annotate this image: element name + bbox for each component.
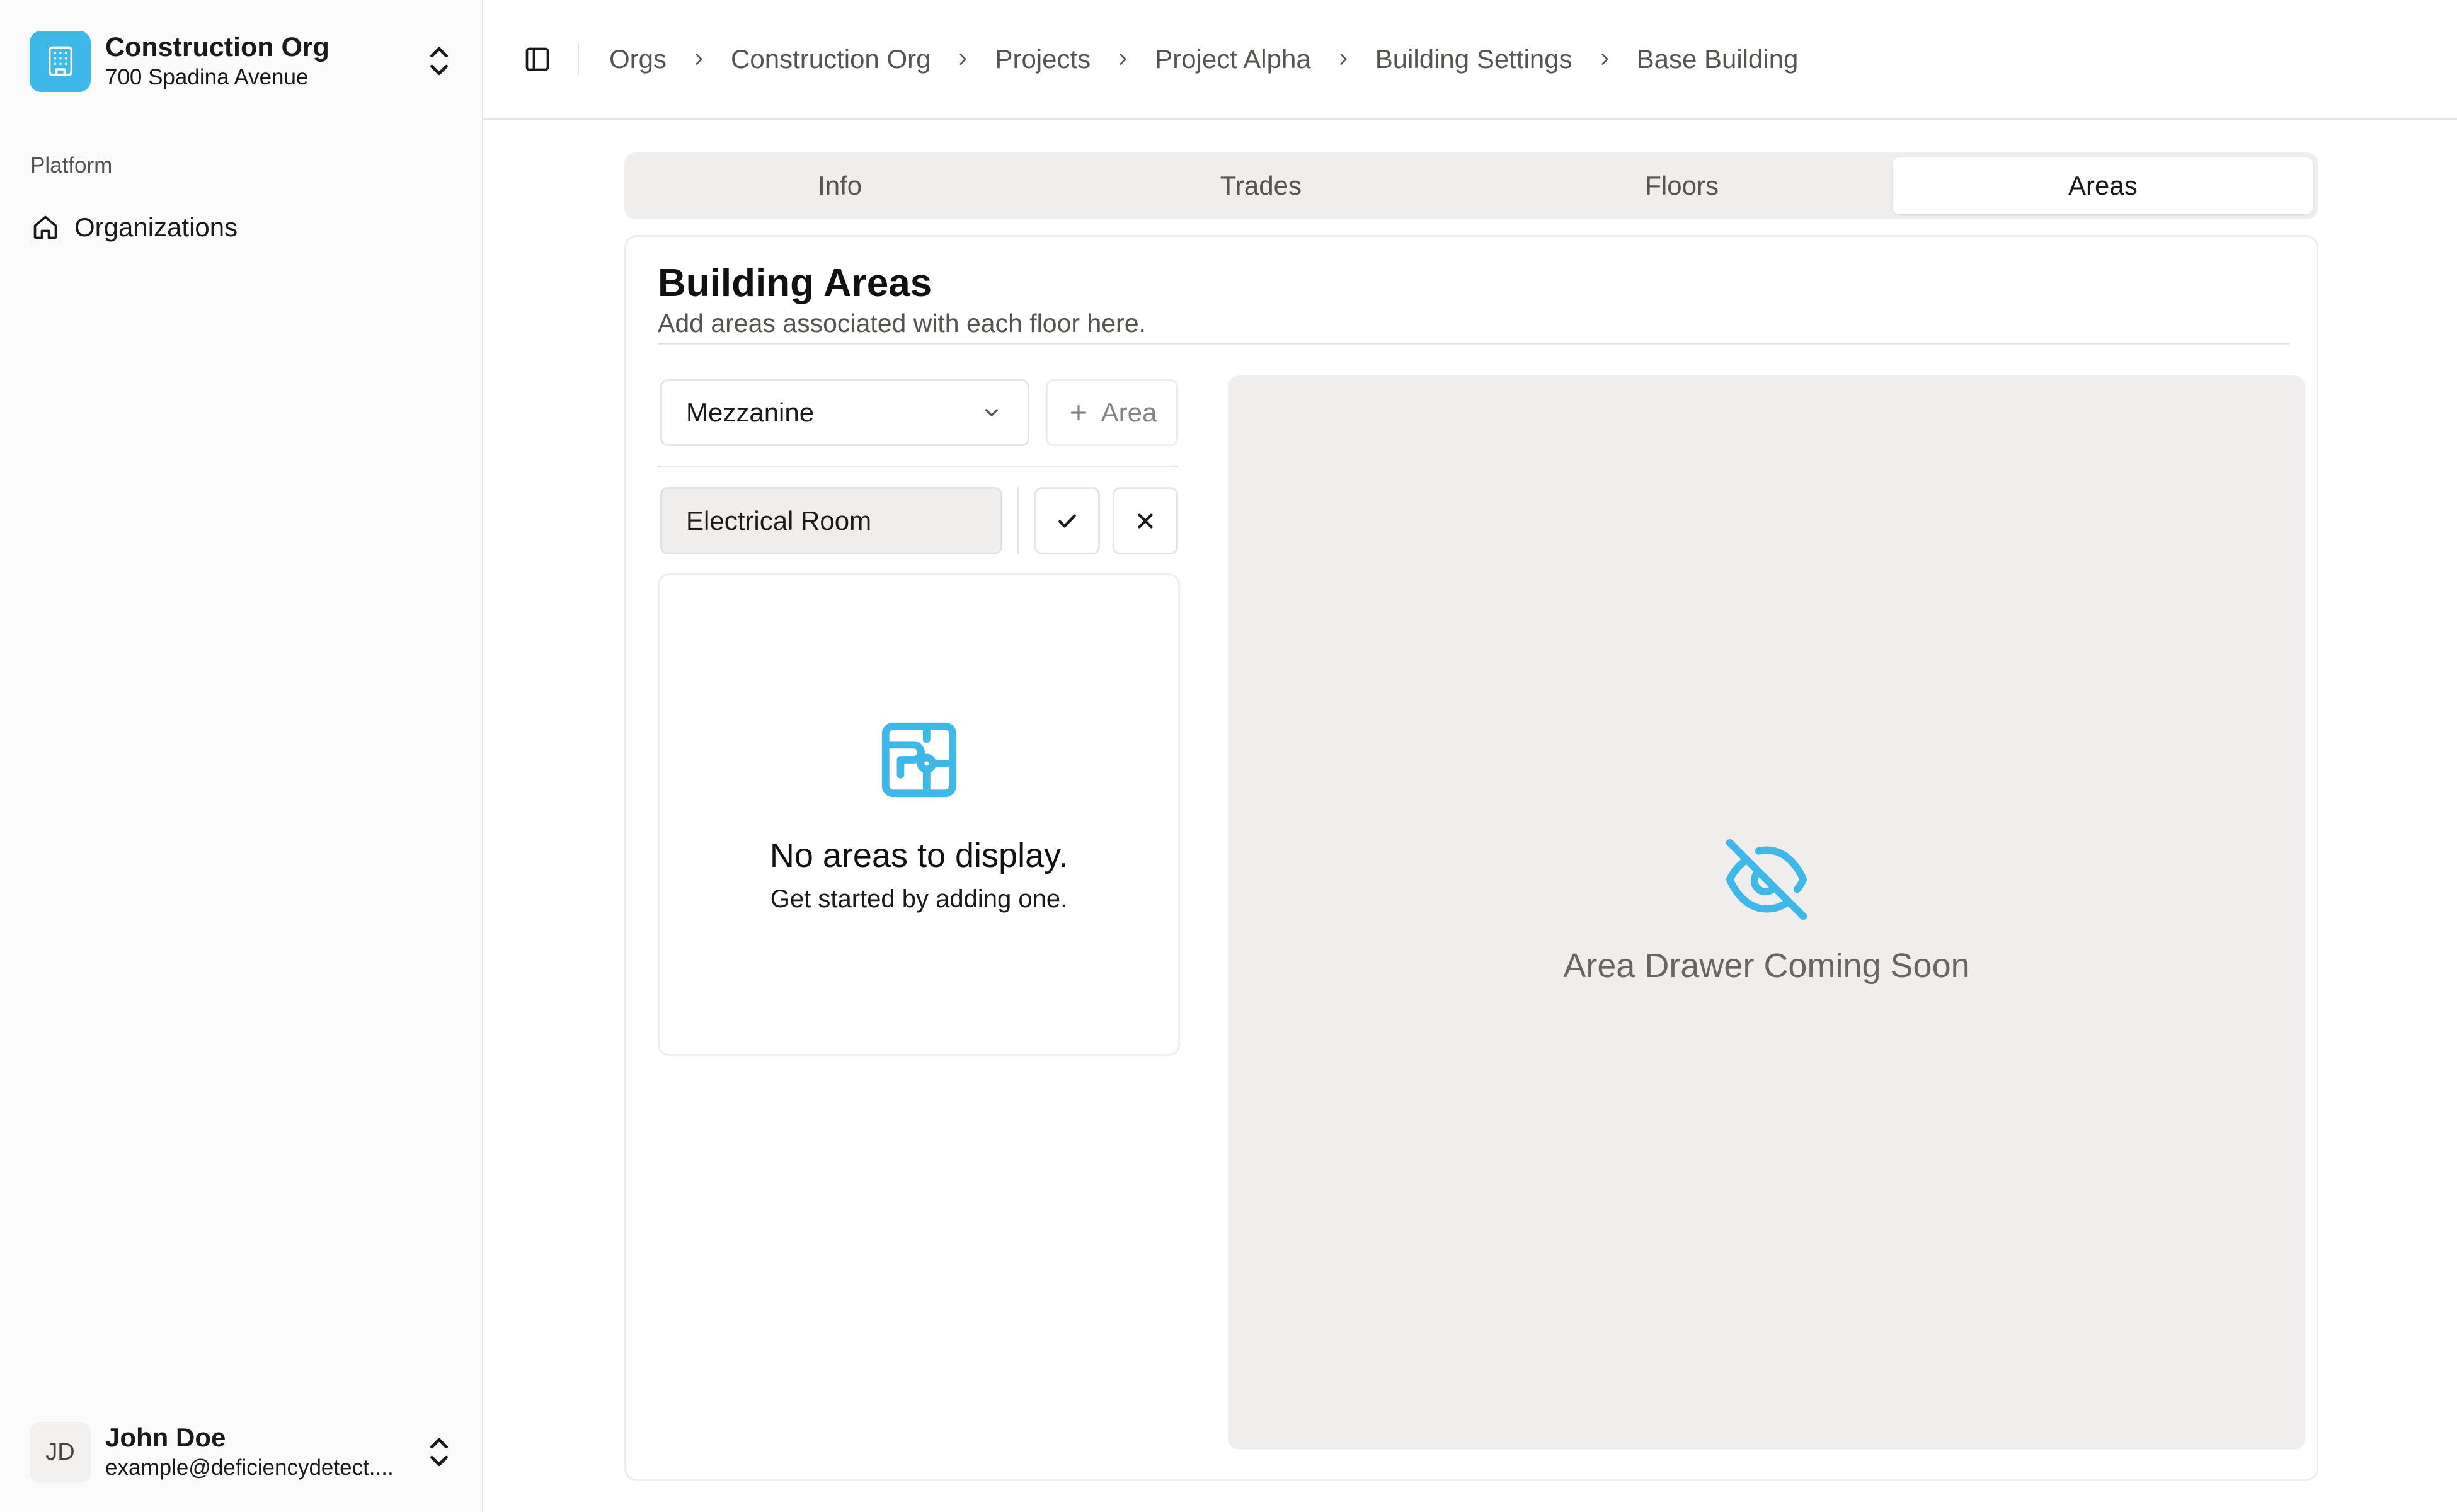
card-description: Add areas associated with each floor her…	[658, 309, 1146, 338]
org-info: Construction Org 700 Spadina Avenue	[105, 31, 329, 91]
org-name: Construction Org	[105, 32, 329, 62]
chevrons-up-down-icon	[430, 47, 448, 76]
breadcrumb-project-alpha[interactable]: Project Alpha	[1155, 44, 1311, 74]
tab-floors[interactable]: Floors	[1472, 158, 1893, 214]
empty-state-subtitle: Get started by adding one.	[770, 885, 1068, 913]
user-info: John Doe example@deficiencydetect....	[105, 1422, 394, 1482]
chevron-right-icon	[954, 51, 971, 67]
home-icon	[33, 215, 57, 239]
check-icon	[1058, 514, 1076, 527]
top-bar: Orgs Construction Org Projects Project A…	[483, 0, 2457, 120]
main-content: Orgs Construction Org Projects Project A…	[483, 0, 2457, 1512]
user-switcher[interactable]: JD John Doe example@deficiencydetect....	[30, 1421, 458, 1484]
breadcrumb-orgs[interactable]: Orgs	[609, 44, 667, 74]
chevron-right-icon	[1114, 51, 1131, 67]
avatar: JD	[30, 1421, 91, 1483]
user-name: John Doe	[105, 1423, 226, 1452]
add-area-button[interactable]: Area	[1046, 379, 1178, 446]
floorplan-icon	[881, 722, 956, 798]
section-label-platform: Platform	[30, 153, 113, 178]
breadcrumb-construction-org[interactable]: Construction Org	[731, 44, 931, 74]
divider	[658, 343, 2289, 345]
breadcrumb-building-settings[interactable]: Building Settings	[1375, 44, 1572, 74]
plus-icon	[1067, 401, 1090, 424]
org-address: 700 Spadina Avenue	[105, 65, 309, 89]
tab-areas[interactable]: Areas	[1892, 158, 2313, 214]
chevron-down-icon	[985, 409, 999, 416]
building-icon	[30, 30, 91, 92]
chevrons-up-down-icon	[430, 1438, 448, 1467]
areas-empty-state: No areas to display. Get started by addi…	[658, 573, 1180, 1056]
app-root: Construction Org 700 Spadina Avenue Plat…	[0, 0, 2457, 1512]
divider	[1017, 487, 1019, 554]
org-switcher[interactable]: Construction Org 700 Spadina Avenue	[30, 30, 458, 93]
area-name-input[interactable]	[660, 487, 1002, 554]
confirm-area-button[interactable]	[1034, 487, 1100, 554]
eye-off-icon	[1726, 839, 1807, 920]
area-drawer-placeholder: Area Drawer Coming Soon	[1228, 375, 2305, 1450]
divider	[578, 43, 579, 76]
breadcrumb-base-building: Base Building	[1636, 44, 1799, 74]
breadcrumb-projects[interactable]: Projects	[995, 44, 1091, 74]
card-title: Building Areas	[658, 261, 932, 305]
chevron-right-icon	[1596, 51, 1613, 67]
settings-tabs: Info Trades Floors Areas	[624, 152, 2318, 219]
user-email: example@deficiencydetect....	[105, 1455, 394, 1480]
sidebar-toggle-button[interactable]	[518, 40, 556, 78]
floor-select-value: Mezzanine	[686, 398, 815, 427]
panel-left-icon	[525, 47, 549, 71]
cancel-area-button[interactable]	[1113, 487, 1178, 554]
sidebar: Construction Org 700 Spadina Avenue Plat…	[0, 0, 483, 1512]
building-areas-card: Building Areas Add areas associated with…	[624, 235, 2318, 1481]
floor-select[interactable]: Mezzanine	[660, 379, 1029, 446]
tab-trades[interactable]: Trades	[1050, 158, 1471, 214]
sidebar-item-label: Organizations	[74, 212, 238, 242]
tab-info[interactable]: Info	[629, 158, 1050, 214]
divider	[658, 466, 1178, 467]
empty-state-title: No areas to display.	[769, 837, 1068, 874]
sidebar-item-organizations[interactable]: Organizations	[25, 205, 460, 250]
close-icon	[1138, 513, 1153, 529]
chevron-right-icon	[690, 51, 707, 67]
chevron-right-icon	[1335, 51, 1351, 67]
breadcrumb: Orgs Construction Org Projects Project A…	[609, 44, 1798, 74]
add-area-label: Area	[1101, 398, 1157, 427]
area-drawer-text: Area Drawer Coming Soon	[1563, 947, 1970, 985]
